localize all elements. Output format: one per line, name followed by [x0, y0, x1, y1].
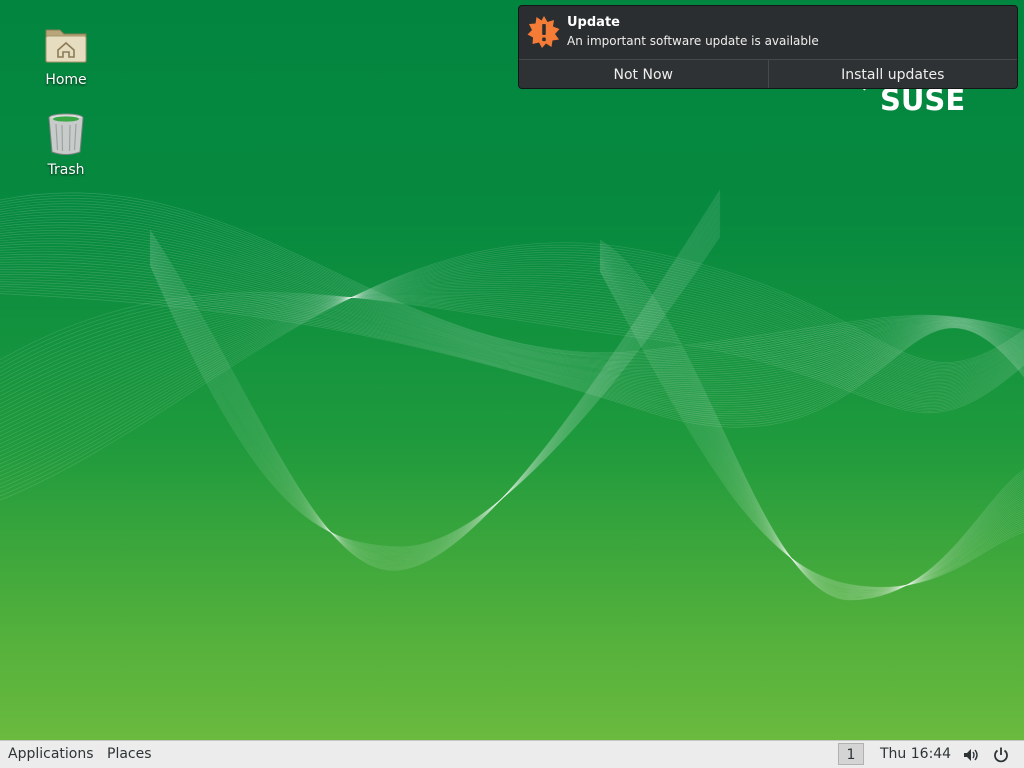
- desktop-icon-label: Home: [45, 72, 87, 88]
- bottom-panel: Applications Places 1 Thu 16:44: [0, 740, 1024, 768]
- desktop-background: Home Trash SUSE: [0, 0, 1024, 740]
- notification-actions: Not Now Install updates: [519, 59, 1018, 88]
- clock[interactable]: Thu 16:44: [880, 741, 951, 768]
- update-warning-icon: [527, 16, 560, 48]
- install-updates-button[interactable]: Install updates: [767, 60, 1018, 88]
- trash-icon: [48, 113, 84, 155]
- applications-menu[interactable]: Applications: [8, 741, 94, 768]
- home-folder-icon: [45, 29, 87, 63]
- notification-title: Update: [567, 15, 620, 30]
- not-now-button[interactable]: Not Now: [519, 60, 768, 88]
- volume-icon[interactable]: [962, 746, 980, 764]
- power-icon[interactable]: [992, 746, 1010, 764]
- desktop-icon-trash[interactable]: Trash: [26, 110, 106, 178]
- desktop-icon-home[interactable]: Home: [26, 20, 106, 88]
- update-notification: Update An important software update is a…: [518, 5, 1018, 89]
- places-menu[interactable]: Places: [107, 741, 152, 768]
- desktop-icon-label: Trash: [47, 162, 85, 178]
- notification-body: An important software update is availabl…: [567, 34, 819, 48]
- workspace-switcher[interactable]: 1: [838, 743, 864, 765]
